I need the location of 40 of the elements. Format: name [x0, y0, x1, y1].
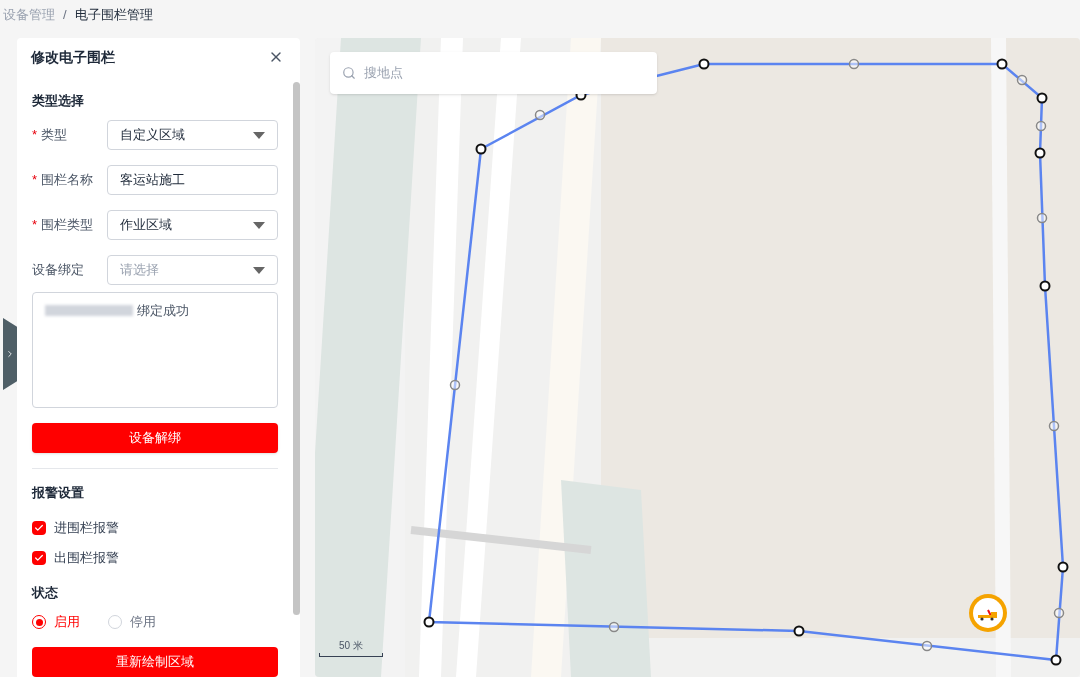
select-field[interactable]: 作业区域 — [107, 210, 278, 240]
panel-title: 修改电子围栏 — [31, 47, 115, 67]
breadcrumb-item: 电子围栏管理 — [74, 6, 153, 25]
breadcrumb-separator: / — [63, 6, 67, 25]
chevron-right-icon — [5, 349, 15, 359]
checkbox[interactable] — [32, 550, 46, 565]
select-field[interactable]: 请选择 — [107, 255, 278, 285]
redraw-button[interactable]: 重新绘制区域 — [32, 647, 278, 677]
field-label: 围栏名称 — [41, 171, 94, 190]
input-field[interactable]: 客运站施工 — [107, 165, 278, 195]
side-toggle-tab[interactable] — [3, 318, 17, 390]
field-label: 围栏类型 — [41, 216, 94, 235]
check-icon — [34, 522, 44, 533]
required-mark: * — [32, 216, 38, 235]
scale-bar — [319, 653, 383, 657]
select-field[interactable]: 自定义区域 — [107, 120, 278, 150]
field-label: 设备绑定 — [32, 261, 84, 280]
field-label: 类型 — [41, 126, 68, 145]
map-view[interactable]: 搜地点 50 米 — [315, 38, 1080, 677]
caret-icon — [253, 266, 265, 274]
checkbox-label: 进围栏报警 — [54, 518, 119, 537]
section-heading: 类型选择 — [32, 91, 85, 110]
check-icon — [34, 552, 44, 563]
search-icon — [342, 66, 356, 80]
scale-label: 50 米 — [339, 639, 363, 653]
radio-label: 启用 — [54, 613, 80, 632]
section-heading: 报警设置 — [32, 484, 85, 502]
checkbox-label: 出围栏报警 — [54, 548, 119, 567]
breadcrumb-item[interactable]: 设备管理 — [3, 5, 55, 25]
scrollbar[interactable] — [293, 82, 300, 615]
checkbox[interactable] — [32, 520, 46, 535]
caret-icon — [253, 221, 265, 229]
required-mark: * — [32, 126, 38, 145]
required-mark: * — [32, 171, 38, 190]
caret-icon — [253, 131, 265, 139]
binding-status-text: 绑定成功 — [137, 302, 189, 320]
unbind-button[interactable]: 设备解绑 — [32, 423, 278, 453]
section-heading: 状态 — [32, 583, 59, 602]
radio-label: 停用 — [130, 613, 156, 632]
search-field[interactable]: 搜地点 — [330, 52, 657, 94]
